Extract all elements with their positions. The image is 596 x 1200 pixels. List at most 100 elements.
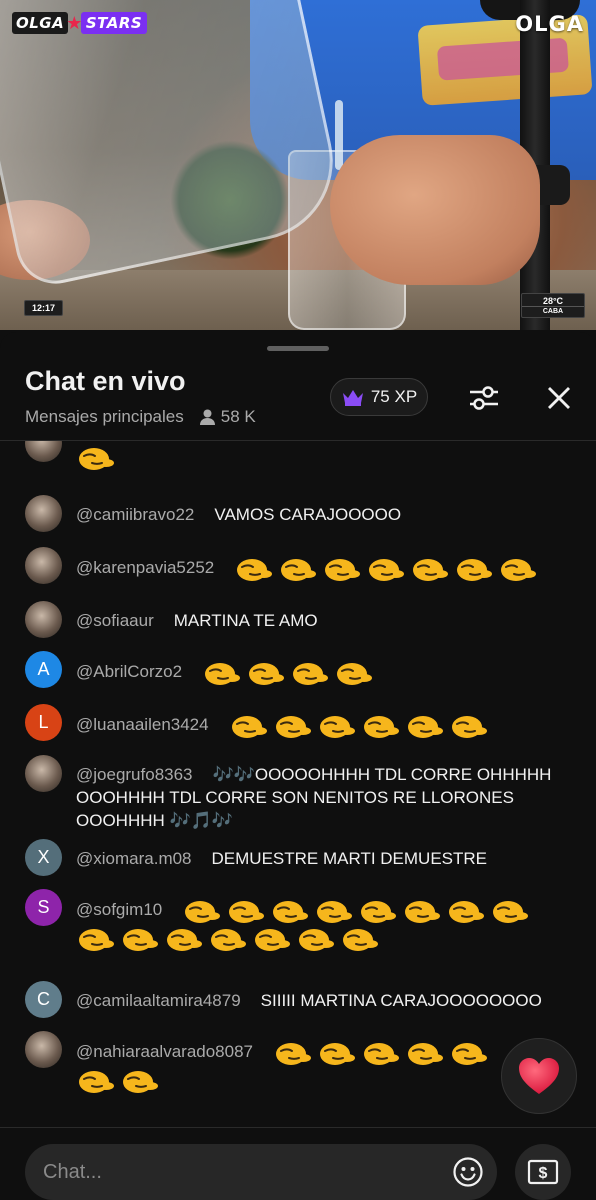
emoji-icon [76, 925, 114, 953]
chat-message-list[interactable]: @aldanamaisares4272 AGUANTE TDT BOLUDOOOO… [0, 441, 596, 1127]
emoji-icon [340, 925, 378, 953]
message-text: MARTINA TE AMO [173, 611, 318, 630]
avatar[interactable]: A [25, 651, 62, 688]
message-content: @nahiaraalvarado8087 [76, 1039, 496, 1095]
sliders-icon[interactable] [466, 380, 502, 416]
avatar[interactable]: S [25, 889, 62, 926]
network-logo: OLGA [515, 12, 584, 36]
emoji-icon [229, 712, 267, 740]
reaction-button[interactable] [501, 1038, 577, 1114]
chat-input-box[interactable] [25, 1144, 497, 1200]
divider [0, 1127, 596, 1128]
message-text: SIIIII MARTINA CARAJOOOOOOOO [260, 991, 542, 1010]
emoji-icon [270, 897, 309, 925]
emoji-icon [410, 555, 449, 583]
emoji-icon [449, 1039, 487, 1067]
video-player[interactable]: OLGA ★ STARS OLGA 12:17 28°C CABA [0, 0, 596, 330]
hand [330, 135, 540, 285]
emoji-icon [234, 555, 273, 583]
message-text: AGUANTE TDT BOLUDOOOOOO!! [271, 441, 542, 442]
xp-label: 75 XP [370, 387, 418, 406]
emoji-icon [446, 897, 485, 925]
water-stream [335, 100, 343, 170]
message-author[interactable]: @camiibravo22 [76, 505, 194, 524]
avatar[interactable]: C [25, 981, 62, 1018]
avatar[interactable] [25, 755, 62, 792]
emoji-icon [317, 712, 355, 740]
channel-logo: OLGA ★ STARS [12, 12, 148, 34]
heart-icon [519, 1058, 559, 1094]
message-author[interactable]: @AbrilCorzo2 [76, 662, 182, 681]
avatar[interactable] [25, 547, 62, 584]
crown-icon [342, 390, 363, 406]
super-chat-button[interactable]: $ [515, 1144, 571, 1200]
viewer-count: 58 K [199, 407, 256, 427]
star-icon: ★ [66, 12, 83, 34]
message-content: @karenpavia5252 [76, 555, 556, 583]
svg-text:$: $ [539, 1165, 548, 1182]
emoji-icon [358, 897, 397, 925]
emoji-icon [182, 897, 221, 925]
emoji-icon [290, 659, 329, 687]
viewer-count-value: 58 K [220, 407, 256, 426]
emoji-icon [120, 1067, 158, 1095]
emoji-icon [405, 1039, 443, 1067]
message-content: @AbrilCorzo2 [76, 659, 556, 687]
weather-overlay: 28°C CABA [521, 293, 585, 318]
emoji-icon [490, 897, 529, 925]
message-content: @camilaaltamira4879 SIIIII MARTINA CARAJO… [76, 989, 576, 1012]
emoji-icon [361, 712, 399, 740]
avatar[interactable]: X [25, 839, 62, 876]
drag-handle[interactable] [267, 346, 329, 351]
chat-input[interactable] [43, 1144, 443, 1200]
message-author[interactable]: @sofiaaur [76, 611, 154, 630]
avatar[interactable] [25, 601, 62, 638]
emoji-icon [402, 897, 441, 925]
message-author[interactable]: @joegrufo8363 [76, 765, 193, 784]
avatar[interactable]: L [25, 704, 62, 741]
emoji-icon [296, 925, 334, 953]
emoji-icon [454, 555, 493, 583]
emoji-icon [449, 712, 487, 740]
emoji-icon [273, 1039, 311, 1067]
avatar[interactable] [25, 441, 62, 462]
message-author[interactable]: @aldanamaisares4272 [76, 441, 251, 442]
emoji-icon [317, 1039, 355, 1067]
message-content: @camiibravo22 VAMOS CARAJOOOOO [76, 503, 556, 526]
emoji-icon [273, 712, 311, 740]
message-author[interactable]: @luanaailen3424 [76, 715, 209, 734]
message-author[interactable]: @xiomara.m08 [76, 849, 192, 868]
message-author[interactable]: @karenpavia5252 [76, 558, 214, 577]
chat-mode-label: Mensajes principales [25, 407, 184, 426]
emoji-icon [246, 659, 285, 687]
avatar[interactable] [25, 1031, 62, 1068]
message-author[interactable]: @sofgim10 [76, 900, 162, 919]
emoji-icon [314, 897, 353, 925]
emoji-icon [202, 659, 241, 687]
message-content: @xiomara.m08 DEMUESTRE MARTI DEMUESTRE [76, 847, 556, 870]
message-content: @aldanamaisares4272 AGUANTE TDT BOLUDOOOO… [76, 441, 556, 472]
emoji-icon [208, 925, 246, 953]
message-author[interactable]: @nahiaraalvarado8087 [76, 1042, 253, 1061]
emoji-icon [322, 555, 361, 583]
live-chat-panel: Chat en vivo Mensajes principales 58 K 7… [0, 332, 596, 1200]
emoji-icon [120, 925, 158, 953]
emoji-icon [361, 1039, 399, 1067]
emoji-icon [334, 659, 373, 687]
emoji-icon [226, 897, 265, 925]
message-text: DEMUESTRE MARTI DEMUESTRE [211, 849, 488, 868]
close-icon[interactable] [541, 380, 577, 416]
city: CABA [522, 306, 584, 317]
emoji-icon [405, 712, 443, 740]
message-author[interactable]: @camilaaltamira4879 [76, 991, 241, 1010]
chat-mode-selector[interactable]: Mensajes principales 58 K [25, 407, 256, 427]
avatar[interactable] [25, 495, 62, 532]
message-content: @luanaailen3424 [76, 712, 556, 740]
xp-button[interactable]: 75 XP [330, 378, 428, 416]
emoji-icon [278, 555, 317, 583]
smiley-icon[interactable] [452, 1156, 484, 1188]
message-content: @sofgim10 [76, 897, 546, 953]
message-text: VAMOS CARAJOOOOO [214, 505, 402, 524]
person-icon [199, 409, 215, 425]
panel-title: Chat en vivo [25, 366, 186, 396]
